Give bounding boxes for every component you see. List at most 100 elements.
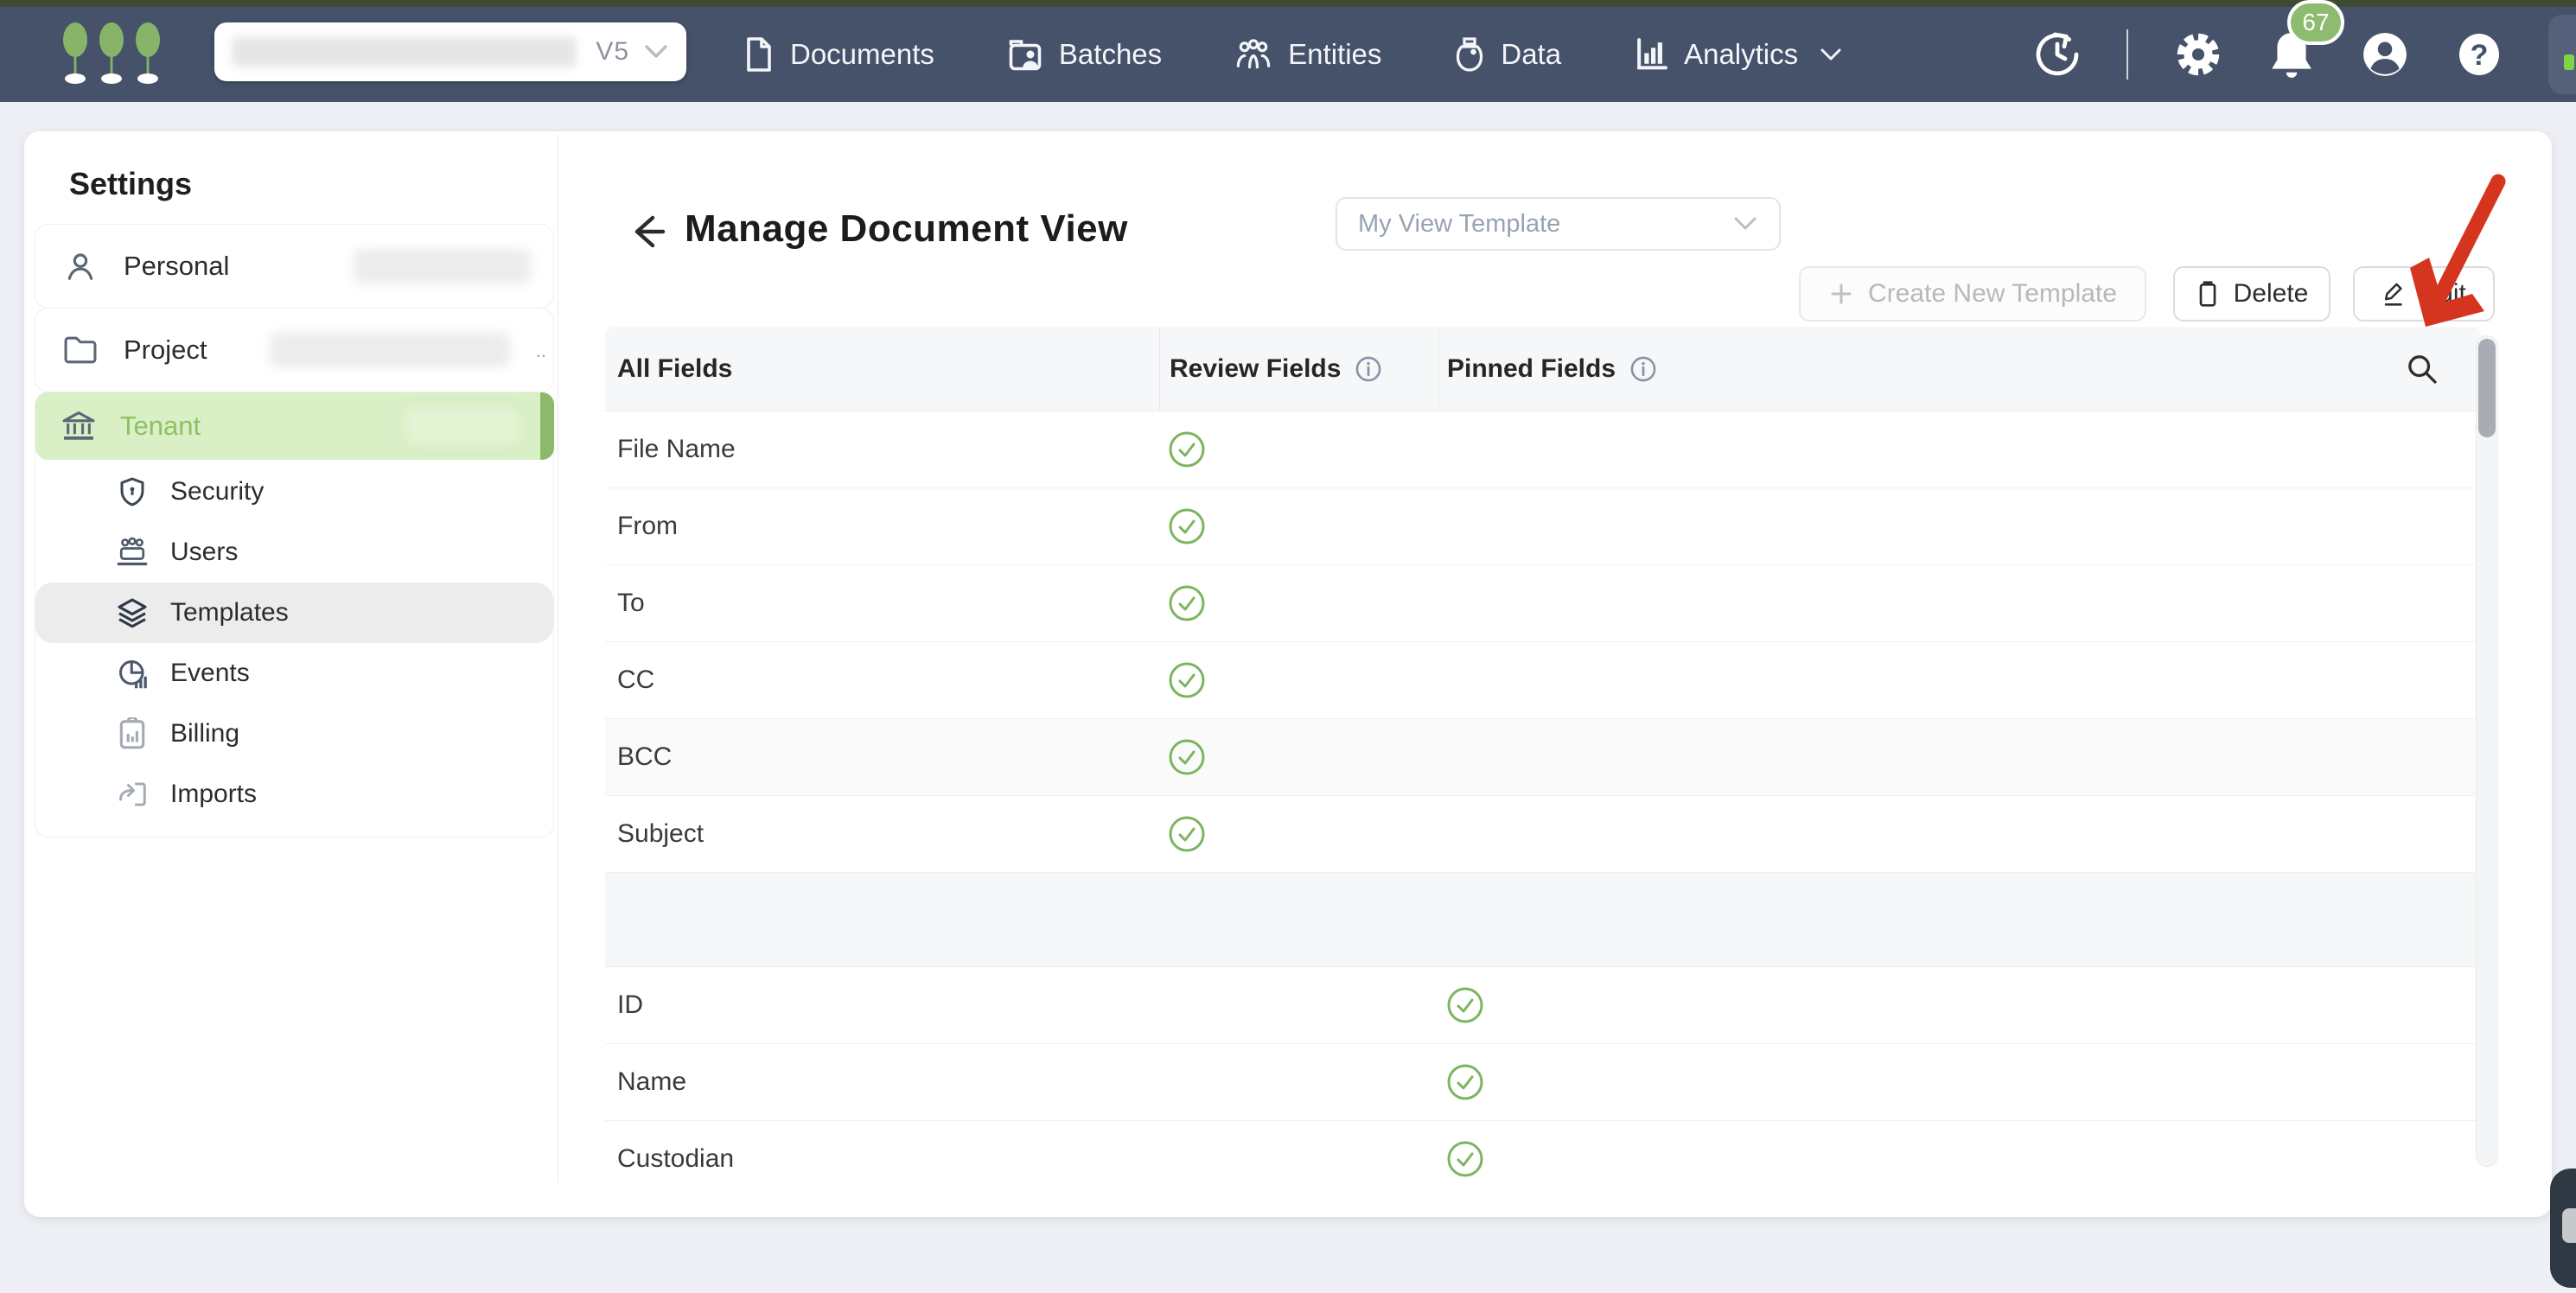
table-row[interactable]: Subject (605, 796, 2481, 873)
user-avatar-icon (2360, 29, 2410, 80)
svg-text:?: ? (2471, 39, 2489, 72)
back-arrow-button[interactable] (627, 211, 668, 252)
pencil-edit-icon (2382, 280, 2407, 308)
sidebar-item-label: Project (124, 334, 207, 366)
delete-button[interactable]: Delete (2173, 266, 2331, 322)
table-row[interactable]: Name (605, 1044, 2481, 1121)
sidebar-item-label: Users (170, 538, 238, 567)
redacted-text (406, 408, 519, 444)
app-logo-trees-icon[interactable] (57, 21, 166, 88)
field-name: BCC (617, 742, 672, 772)
nav-item-entities[interactable]: Entities (1234, 37, 1381, 72)
table-row[interactable]: From (605, 488, 2481, 565)
notification-count-badge: 67 (2287, 0, 2344, 45)
data-jar-icon (1454, 36, 1485, 73)
green-bars-icon (2560, 32, 2576, 77)
document-icon (743, 36, 775, 73)
edit-button[interactable]: Edit (2353, 266, 2495, 322)
fields-table: All Fields Review Fields Pinned Fields (605, 327, 2481, 1181)
info-icon[interactable] (1629, 355, 1657, 383)
delete-label: Delete (2234, 279, 2309, 309)
sidebar-item-label: Billing (170, 719, 239, 748)
sidebar-item-security[interactable]: Security (35, 462, 553, 522)
browser-top-strip (0, 0, 2576, 7)
sidebar-item-imports[interactable]: Imports (35, 764, 553, 825)
navbar-divider (2126, 29, 2128, 80)
green-analytics-tile-button[interactable] (2548, 15, 2576, 94)
sidebar-item-users[interactable]: Users (35, 522, 553, 583)
layers-icon (115, 597, 150, 628)
field-name: Subject (617, 819, 704, 849)
account-button[interactable] (2360, 29, 2410, 80)
primary-navigation: Documents Batches Entities Data (743, 7, 1843, 102)
field-name: CC (617, 666, 654, 695)
table-scrollbar-thumb[interactable] (2478, 339, 2496, 437)
sidebar-item-label: Imports (170, 780, 257, 809)
table-row[interactable]: BCC (605, 719, 2481, 796)
tenant-active-accent (540, 392, 554, 460)
pinned-checked-icon (1446, 1063, 1484, 1101)
navbar-utility-icons: 67 ? (2033, 7, 2576, 102)
nav-item-documents[interactable]: Documents (743, 36, 934, 73)
table-section-spacer (605, 873, 2481, 967)
shield-icon (115, 476, 150, 507)
entities-people-icon (1234, 37, 1272, 72)
floating-helper-widget[interactable] (2550, 1169, 2576, 1288)
redacted-workspace-name (232, 36, 577, 67)
trash-icon (2196, 280, 2220, 308)
camera-glyph-icon (2562, 1208, 2576, 1243)
import-arrow-icon (115, 779, 150, 810)
sidebar-item-label: Security (170, 477, 264, 506)
field-name: Custodian (617, 1144, 734, 1174)
column-divider (1438, 327, 1439, 411)
pinned-checked-icon (1446, 986, 1484, 1024)
nav-item-label: Data (1501, 38, 1561, 71)
users-group-icon (115, 537, 150, 568)
gear-icon (2173, 29, 2223, 80)
column-divider (1159, 327, 1160, 411)
settings-gear-button[interactable] (2173, 29, 2223, 80)
help-button[interactable]: ? (2455, 29, 2503, 80)
review-checked-icon (1168, 815, 1206, 853)
table-row[interactable]: Custodian (605, 1121, 2481, 1181)
chevron-down-icon[interactable] (643, 43, 669, 61)
page-title: Manage Document View (685, 207, 1128, 251)
table-row[interactable]: ID (605, 967, 2481, 1044)
sidebar-item-tenant[interactable]: Tenant (35, 392, 553, 460)
info-icon[interactable] (1355, 355, 1382, 383)
history-clock-button[interactable] (2033, 30, 2082, 79)
nav-item-batches[interactable]: Batches (1007, 37, 1162, 72)
bank-icon (61, 410, 96, 443)
review-checked-icon (1168, 738, 1206, 776)
create-new-template-button[interactable]: Create New Template (1799, 266, 2146, 322)
review-checked-icon (1168, 507, 1206, 545)
nav-item-analytics[interactable]: Analytics (1634, 37, 1843, 72)
field-name: ID (617, 990, 643, 1020)
view-template-select[interactable]: My View Template (1336, 197, 1781, 251)
table-scrollbar-track[interactable] (2476, 335, 2498, 1167)
sidebar-item-billing[interactable]: Billing (35, 704, 553, 764)
workspace-selector[interactable]: V5 (214, 22, 686, 81)
table-row[interactable]: CC (605, 642, 2481, 719)
sidebar-item-label: Events (170, 659, 250, 688)
review-checked-icon (1168, 661, 1206, 699)
settings-page-card: Settings Personal (24, 131, 2552, 1217)
search-icon[interactable] (2405, 352, 2439, 386)
redacted-ellipsis: .. (536, 340, 546, 362)
folder-icon (61, 334, 99, 366)
sidebar-item-label: Templates (170, 598, 289, 627)
nav-item-data[interactable]: Data (1454, 36, 1561, 73)
fields-table-header: All Fields Review Fields Pinned Fields (605, 327, 2481, 411)
field-name: Name (617, 1067, 686, 1097)
table-row[interactable]: To (605, 565, 2481, 642)
redacted-text (270, 333, 510, 367)
sidebar-item-label: Tenant (120, 411, 201, 442)
billing-clipboard-icon (115, 717, 150, 750)
column-header-pinned-fields: Pinned Fields (1447, 354, 1616, 384)
notifications-button[interactable]: 67 (2268, 29, 2315, 80)
sidebar-item-templates[interactable]: Templates (35, 583, 553, 643)
sidebar-item-events[interactable]: Events (35, 643, 553, 704)
create-new-template-label: Create New Template (1868, 279, 2117, 309)
review-checked-icon (1168, 430, 1206, 468)
table-row[interactable]: File Name (605, 411, 2481, 488)
